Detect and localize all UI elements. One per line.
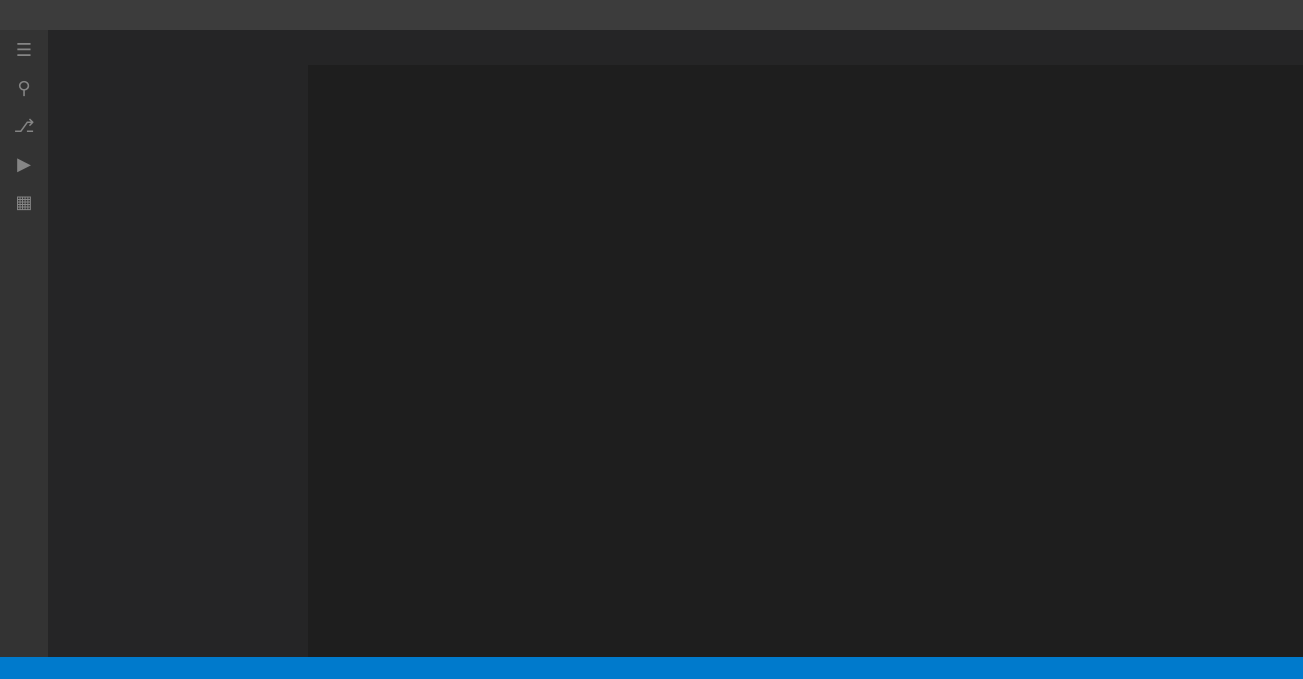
titlebar	[0, 0, 1303, 30]
status-bar	[0, 657, 1303, 679]
sidebar-header	[48, 30, 308, 65]
source-control-icon[interactable]: ⎇	[12, 114, 36, 138]
activity-bar: ☰ ⚲ ⎇ ▶ ▦	[0, 30, 48, 657]
sidebar	[48, 30, 308, 657]
extensions-icon[interactable]: ▦	[12, 190, 36, 214]
explorer-icon[interactable]: ☰	[12, 38, 36, 62]
search-icon[interactable]: ⚲	[12, 76, 36, 100]
main-area: ☰ ⚲ ⎇ ▶ ▦	[0, 30, 1303, 657]
run-icon[interactable]: ▶	[12, 152, 36, 176]
editor-tabs	[308, 30, 1303, 65]
vscode-window: ☰ ⚲ ⎇ ▶ ▦	[0, 0, 1303, 679]
editor-area	[308, 30, 1303, 657]
code-view[interactable]	[308, 65, 1303, 657]
